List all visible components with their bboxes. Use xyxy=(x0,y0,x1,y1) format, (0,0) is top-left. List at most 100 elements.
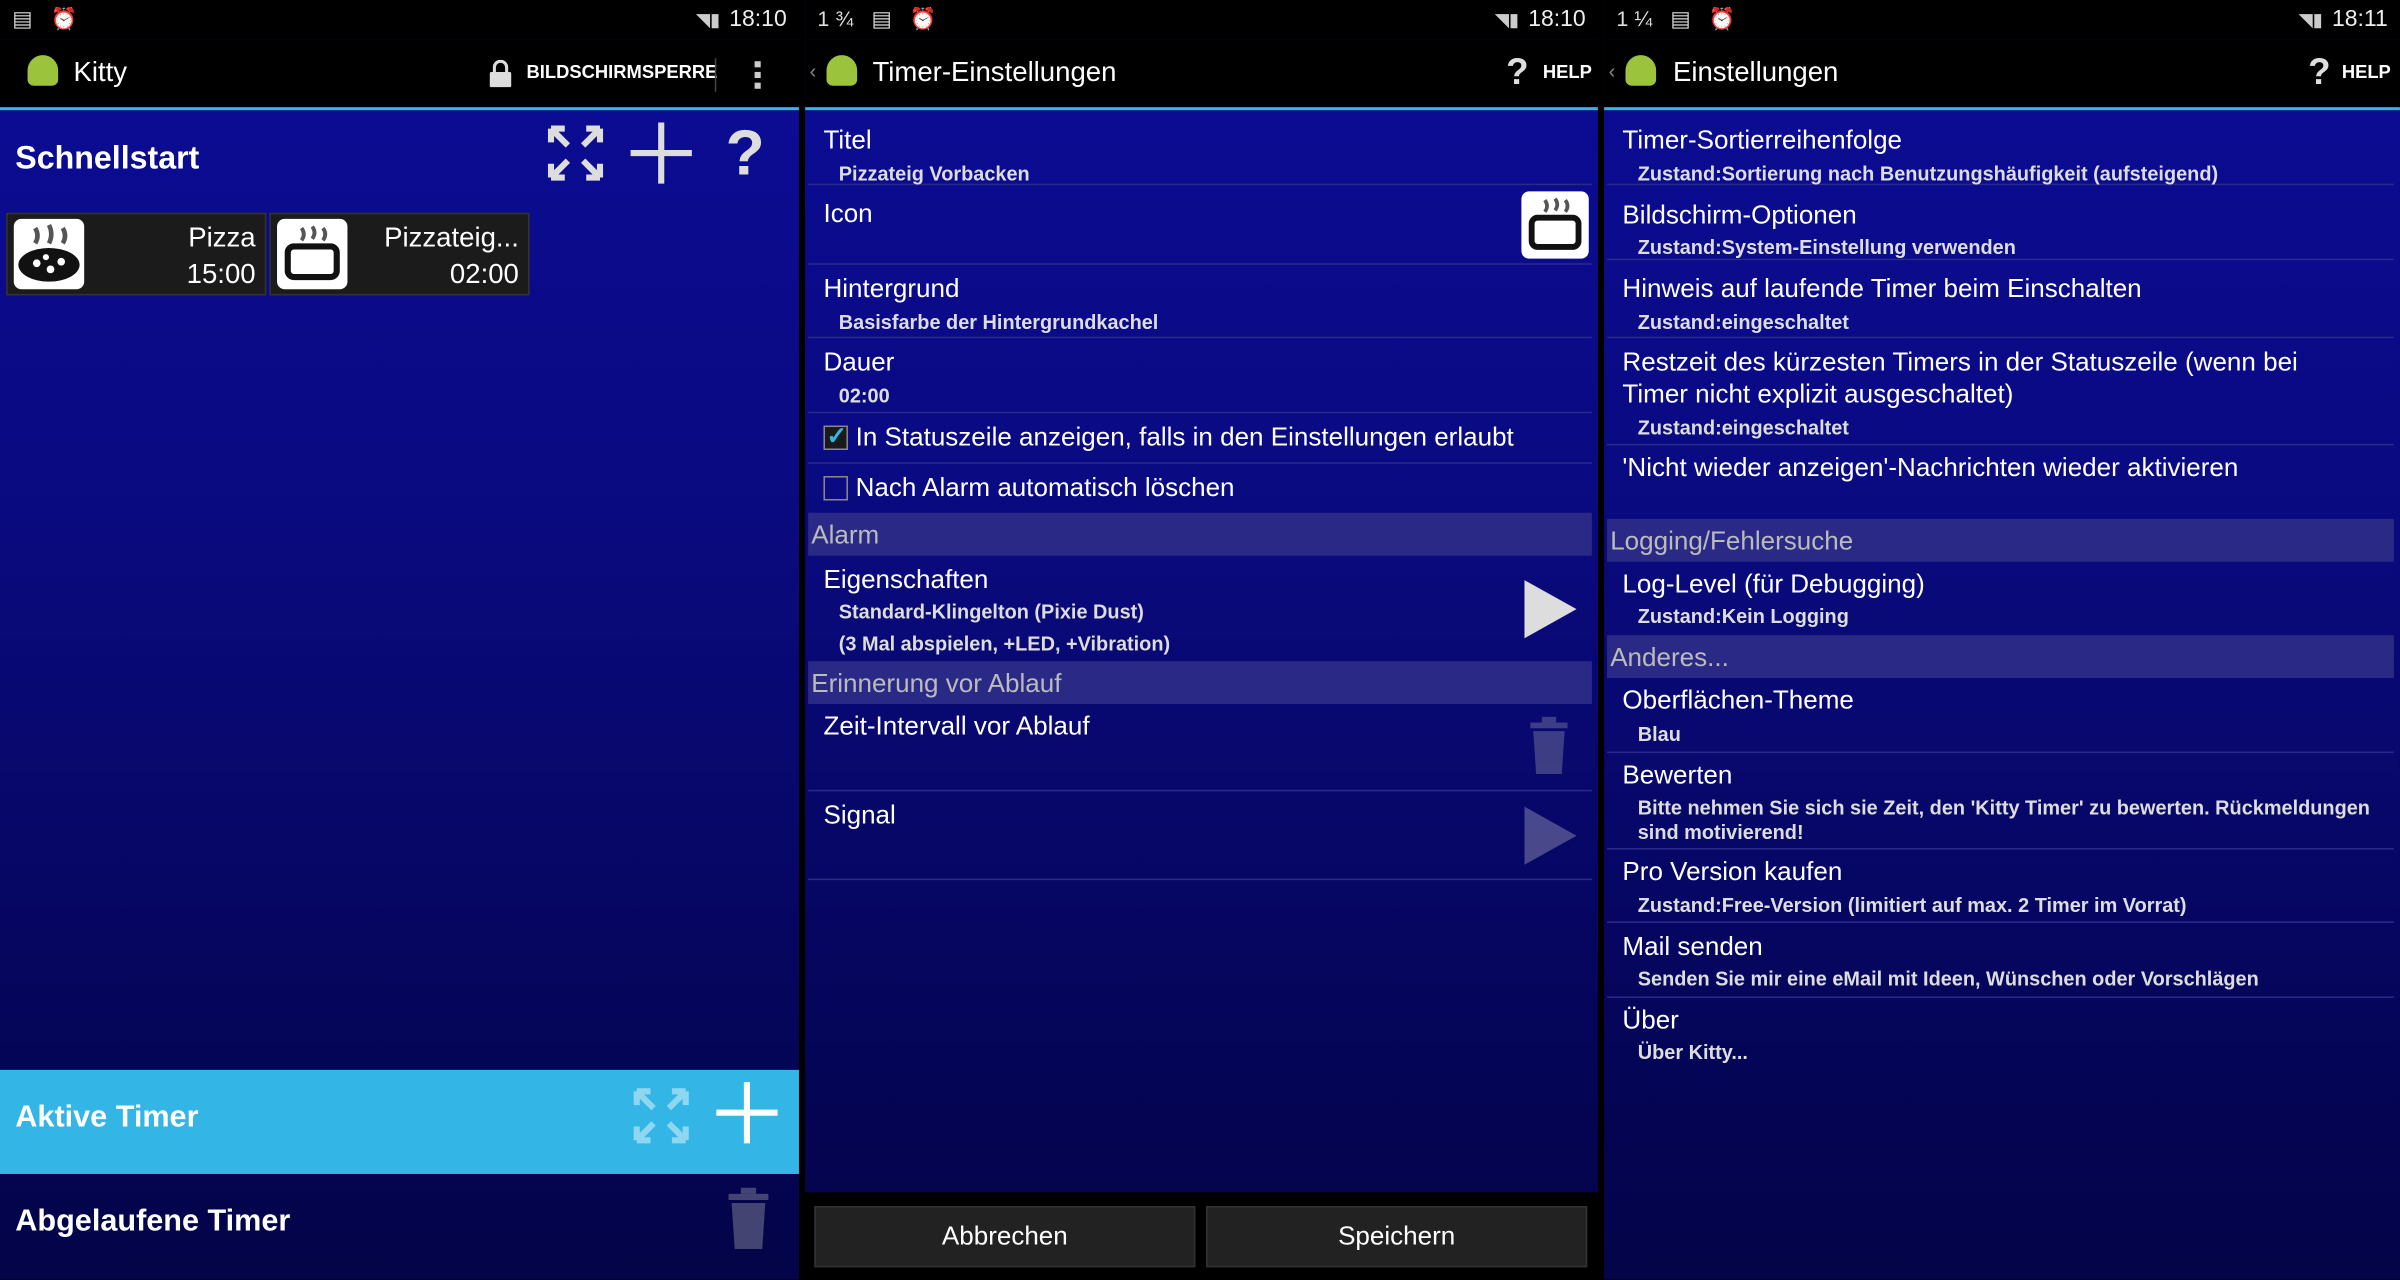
setting-value: Basisfarbe der Hintergrundkachel xyxy=(838,310,1159,334)
tile-name: Pizza xyxy=(188,221,256,253)
active-timers-label: Aktive Timer xyxy=(15,1100,199,1135)
setting-label: Hintergrund xyxy=(823,273,960,304)
help-icon[interactable]: ? xyxy=(1506,52,1528,95)
settings-item[interactable]: Restzeit des kürzesten Timers in der Sta… xyxy=(1607,338,2394,446)
settings-item-pro[interactable]: Pro Version kaufen Zustand:Free-Version … xyxy=(1607,849,2394,923)
quickstart-tile-pizzateig[interactable]: Pizzateig... 02:00 xyxy=(269,212,530,296)
setting-label: Signal xyxy=(823,800,896,830)
help-icon[interactable]: ? xyxy=(726,116,765,189)
setting-background[interactable]: Hintergrund Basisfarbe der Hintergrundka… xyxy=(808,265,1592,339)
screen-lock-button[interactable]: BILDSCHIRMSPERRE xyxy=(527,61,718,82)
statusbar-checkbox[interactable] xyxy=(823,421,848,452)
setting-label: Icon xyxy=(823,198,873,229)
setting-label: Restzeit des kürzesten Timers in der Sta… xyxy=(1622,347,2298,377)
add-icon[interactable] xyxy=(713,1079,780,1146)
setting-label: Über xyxy=(1622,1005,1679,1035)
status-time: ◥▮ 18:10 xyxy=(695,6,787,33)
setting-label: Zeit-Intervall vor Ablauf xyxy=(823,711,1090,741)
play-icon[interactable] xyxy=(1521,577,1579,641)
settings-item[interactable]: Timer-Sortierreihenfolge Zustand:Sortier… xyxy=(1607,110,2394,186)
settings-item-theme[interactable]: Oberflächen-Theme Blau xyxy=(1607,678,2394,754)
setting-value: Zustand:Free-Version (limitiert auf max.… xyxy=(1637,893,2187,917)
category-label: Logging/Fehlersuche xyxy=(1610,526,1854,556)
setting-label: Bildschirm-Optionen xyxy=(1622,200,1857,230)
setting-value-line2: sind motivierend! xyxy=(1637,820,1804,844)
add-icon[interactable] xyxy=(628,119,695,186)
reminder-interval[interactable]: Zeit-Intervall vor Ablauf xyxy=(808,704,1592,792)
trash-icon[interactable] xyxy=(1528,713,1571,777)
lock-icon[interactable] xyxy=(488,59,512,88)
pizza-icon xyxy=(13,218,85,290)
settings-item[interactable]: 'Nicht wieder anzeigen'-Nachrichten wied… xyxy=(1607,445,2394,506)
overflow-menu-icon[interactable] xyxy=(753,58,762,92)
category-label: Erinnerung vor Ablauf xyxy=(811,668,1062,698)
settings-item-mail[interactable]: Mail senden Senden Sie mir eine eMail mi… xyxy=(1607,923,2394,998)
expand-icon[interactable] xyxy=(545,122,606,183)
setting-value-detail: (3 Mal abspielen, +LED, +Vibration) xyxy=(838,632,1171,656)
quickstart-title: Schnellstart xyxy=(15,140,200,177)
oven-icon xyxy=(277,218,348,290)
autodelete-checkbox[interactable] xyxy=(823,476,848,501)
alarm-properties[interactable]: Eigenschaften Standard-Klingelton (Pixie… xyxy=(808,556,1592,660)
action-bar: Kitty BILDSCHIRMSPERRE xyxy=(0,39,799,111)
help-button[interactable]: HELP xyxy=(2342,61,2391,82)
quickstart-tile-pizza[interactable]: Pizza 15:00 xyxy=(6,212,267,296)
expand-icon[interactable] xyxy=(631,1085,692,1146)
expired-timers-label[interactable]: Abgelaufene Timer xyxy=(15,1205,290,1240)
quickstart-screen: ▤ ⏰ ◥▮ 18:10 Kitty BILDSCHIRMSPERRE Schne… xyxy=(0,0,799,1280)
settings-item[interactable]: Hinweis auf laufende Timer beim Einschal… xyxy=(1607,260,2394,339)
setting-value: Blau xyxy=(1637,722,1681,746)
status-bar: 1¾ ▤ ⏰ ◥▮ 18:10 xyxy=(805,0,1598,40)
status-bar: 1¼ ▤ ⏰ ◥▮ 18:11 xyxy=(1604,0,2400,40)
setting-label: Titel xyxy=(823,125,872,155)
setting-value: Über Kitty... xyxy=(1637,1040,1748,1064)
divider xyxy=(714,58,717,92)
setting-label: Eigenschaften xyxy=(823,564,989,594)
setting-label: 'Nicht wieder anzeigen'-Nachrichten wied… xyxy=(1622,453,2239,483)
active-timers-header[interactable]: Aktive Timer xyxy=(0,1069,799,1174)
setting-label: Oberflächen-Theme xyxy=(1622,685,1854,715)
play-icon[interactable] xyxy=(1521,804,1579,868)
trash-icon[interactable] xyxy=(726,1185,772,1252)
app-title: Kitty xyxy=(73,56,128,88)
oven-icon[interactable] xyxy=(1521,191,1589,259)
reminder-signal[interactable]: Signal xyxy=(808,791,1592,881)
save-button[interactable]: Speichern xyxy=(1206,1206,1588,1268)
category-label: Anderes... xyxy=(1610,642,1729,672)
settings-item-about[interactable]: Über Über Kitty... xyxy=(1607,998,2394,1071)
setting-duration[interactable]: Dauer 02:00 xyxy=(808,338,1592,414)
wifi-signal-icon: ◥▮ xyxy=(695,9,721,31)
screen-title: Einstellungen xyxy=(1672,56,1839,88)
screen-title: Timer-Einstellungen xyxy=(872,56,1117,88)
checkbox-row-autodelete[interactable]: Nach Alarm automatisch löschen xyxy=(808,464,1592,513)
setting-value: Senden Sie mir eine eMail mit Ideen, Wün… xyxy=(1637,967,2259,991)
settings-item-rate[interactable]: Bewerten Bitte nehmen Sie sich sie Zeit,… xyxy=(1607,753,2394,850)
app-logo-icon[interactable] xyxy=(1622,52,1659,92)
setting-title[interactable]: Titel Pizzateig Vorbacken xyxy=(808,110,1592,186)
status-icons-left: 1¼ ▤ ⏰ xyxy=(1616,6,1742,31)
status-time: ◥▮ 18:11 xyxy=(2298,6,2388,33)
up-chevron-icon[interactable]: ‹ xyxy=(810,60,817,83)
help-button[interactable]: HELP xyxy=(1543,61,1592,82)
help-icon[interactable]: ? xyxy=(2308,52,2330,95)
setting-value: Zustand:System-Einstellung verwenden xyxy=(1637,235,2016,259)
app-logo-icon[interactable] xyxy=(24,52,61,92)
checkbox-label: Nach Alarm automatisch löschen xyxy=(855,472,1235,503)
tile-name: Pizzateig... xyxy=(384,221,519,253)
checkbox-row-statusbar[interactable]: In Statuszeile anzeigen, falls in den Ei… xyxy=(808,413,1592,464)
category-other: Anderes... xyxy=(1607,635,2394,679)
category-logging: Logging/Fehlersuche xyxy=(1607,518,2394,562)
setting-value: Zustand:Sortierung nach Benutzungshäufig… xyxy=(1637,162,2219,186)
action-bar: ‹ Einstellungen ? HELP xyxy=(1604,39,2400,111)
setting-value: Bitte nehmen Sie sich sie Zeit, den 'Kit… xyxy=(1637,795,2370,819)
settings-item-loglevel[interactable]: Log-Level (für Debugging) Zustand:Kein L… xyxy=(1607,562,2394,632)
setting-value: Zustand:eingeschaltet xyxy=(1637,310,1849,334)
app-logo-icon[interactable] xyxy=(823,52,860,92)
setting-label: Mail senden xyxy=(1622,932,1763,962)
setting-icon[interactable]: Icon xyxy=(808,185,1592,265)
cancel-button[interactable]: Abbrechen xyxy=(814,1206,1196,1268)
status-bar: ▤ ⏰ ◥▮ 18:10 xyxy=(0,0,799,40)
settings-item[interactable]: Bildschirm-Optionen Zustand:System-Einst… xyxy=(1607,185,2394,261)
up-chevron-icon[interactable]: ‹ xyxy=(1609,60,1616,83)
setting-value: Standard-Klingelton (Pixie Dust) xyxy=(838,599,1144,623)
